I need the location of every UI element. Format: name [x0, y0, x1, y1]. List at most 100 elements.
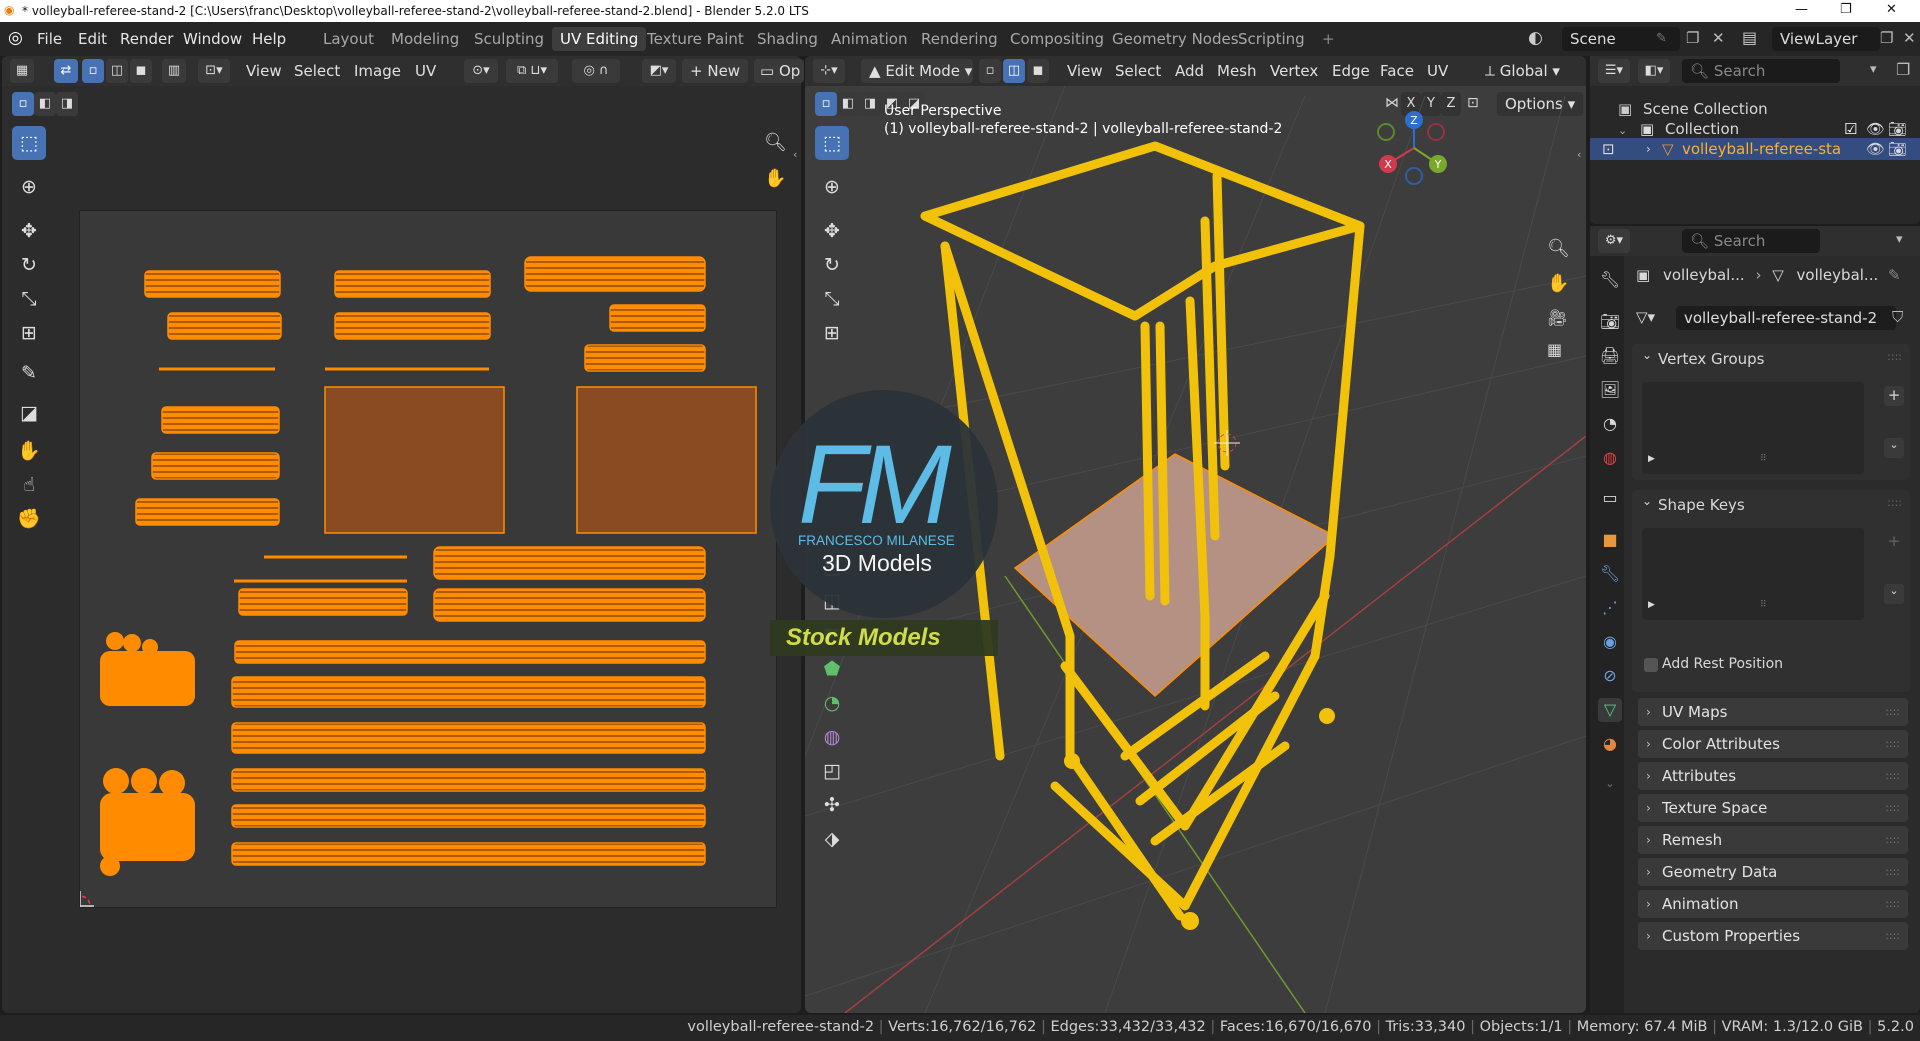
vertex-groups-list[interactable]: ▶ ⠿	[1642, 382, 1864, 474]
shape-keys-header[interactable]: Shape Keys	[1658, 496, 1745, 514]
shape-keys-chevron-icon[interactable]: ⌄	[1642, 494, 1652, 508]
view-layer-tab-icon[interactable]: 🖼︎	[1598, 378, 1622, 402]
render-tab-icon[interactable]: 📷︎	[1598, 310, 1622, 334]
fake-user-icon[interactable]: ⛉	[1892, 308, 1903, 326]
mesh-name-field[interactable]: volleyball-referee-stand-2	[1676, 306, 1896, 330]
scene-icon[interactable]: ◐	[1528, 28, 1543, 48]
tab-uv-editing[interactable]: UV Editing	[552, 27, 647, 51]
minimize-button[interactable]: —	[1795, 2, 1808, 17]
tab-geometry-nodes[interactable]: Geometry Nodes	[1104, 27, 1247, 51]
camera-view-icon[interactable]: 🎥︎	[1547, 308, 1567, 327]
poly-build-tool[interactable]: ◍	[815, 720, 849, 754]
tab-compositing[interactable]: Compositing	[1002, 27, 1112, 51]
sticky-select-icon[interactable]: ⊡▾	[198, 59, 230, 83]
navigation-gizmo[interactable]: Z X Y	[1374, 108, 1454, 188]
shape-keys-drag-icon[interactable]: ::::	[1887, 496, 1902, 509]
filter-icon[interactable]: ▾	[1870, 62, 1877, 77]
shape-keys-list[interactable]: ▶ ⠿	[1642, 528, 1864, 620]
viewlayer-field[interactable]: ViewLayer	[1772, 27, 1880, 51]
mesh-data-icon[interactable]: ▽▾	[1636, 308, 1655, 326]
properties-search-field[interactable]: 🔍︎ Search	[1682, 229, 1820, 253]
data-tab-icon[interactable]: ▽	[1598, 698, 1622, 722]
properties-editor-type-icon[interactable]: ⚙▾	[1598, 229, 1630, 253]
shape-list-expand-icon[interactable]: ▶	[1648, 600, 1655, 610]
vertex-groups-drag-icon[interactable]: ::::	[1887, 350, 1902, 363]
drag-handle-icon[interactable]: ::::	[1885, 730, 1900, 758]
object-visibility-icon[interactable]: 👁︎	[1866, 138, 1885, 160]
vp-rotate-tool[interactable]: ↻	[815, 248, 849, 282]
constraints-tab-icon[interactable]: ⊘	[1598, 664, 1622, 688]
section-uv-maps[interactable]: › UV Maps::::	[1638, 698, 1908, 726]
face-select-mode-icon[interactable]: ◼	[130, 59, 152, 83]
ortho-toggle-icon[interactable]: ▦	[1547, 340, 1562, 359]
vp-cursor-tool[interactable]: ⊕	[815, 170, 849, 204]
menu-window[interactable]: Window	[183, 30, 242, 48]
select-subtract-icon[interactable]: ◨	[56, 92, 78, 116]
tab-modeling[interactable]: Modeling	[383, 27, 467, 51]
blender-menu-icon[interactable]: ◎	[8, 28, 23, 48]
vertex-groups-chevron-icon[interactable]: ⌄	[1642, 348, 1652, 362]
pinch-tool[interactable]: ✊	[12, 502, 46, 536]
drag-handle-icon[interactable]: ::::	[1885, 794, 1900, 822]
vp-select-box-tool[interactable]: ⬚	[815, 126, 849, 160]
move-tool[interactable]: ✥	[12, 214, 46, 248]
uv-canvas[interactable]	[79, 210, 777, 908]
outliner-row-collection[interactable]: ⌄ ▣ Collection ☑ 👁︎ 📷︎	[1618, 118, 1918, 140]
transform-tool[interactable]: ⊞	[12, 316, 46, 350]
vertex-select-mode-icon[interactable]: ▫	[82, 59, 104, 83]
spin-tool[interactable]: ◰	[815, 754, 849, 788]
section-geometry-data[interactable]: › Geometry Data::::	[1638, 858, 1908, 886]
drag-handle-icon[interactable]: ::::	[1885, 698, 1900, 726]
expand-collection-icon[interactable]: ⌄	[1618, 124, 1627, 137]
world-tab-icon[interactable]: ◍	[1598, 446, 1622, 470]
pan-hand-icon[interactable]: ✋	[764, 168, 786, 189]
drag-handle-icon[interactable]: ::::	[1885, 890, 1900, 918]
drag-handle-icon[interactable]: ::::	[1885, 826, 1900, 854]
display-mode-icon[interactable]: ◧▾	[1638, 59, 1670, 83]
grab-tool[interactable]: ✋	[12, 434, 46, 468]
shear-tool[interactable]: ⬗	[815, 822, 849, 856]
select-new-icon[interactable]: ▫	[12, 92, 34, 116]
particles-tab-icon[interactable]: ⋰	[1598, 596, 1622, 620]
new-image-button[interactable]: + New	[682, 59, 749, 83]
relax-tool[interactable]: ☝	[12, 468, 46, 502]
cursor-tool[interactable]: ⊕	[12, 170, 46, 204]
menu-render[interactable]: Render	[120, 30, 173, 48]
annotate-tool[interactable]: ✎	[12, 356, 46, 390]
new-collection-icon[interactable]: ❐	[1896, 60, 1910, 79]
tab-scripting[interactable]: Scripting	[1230, 27, 1313, 51]
tab-sculpting[interactable]: Sculpting	[466, 27, 552, 51]
knife-tool[interactable]: ◔	[815, 686, 849, 720]
maximize-button[interactable]: ❐	[1840, 2, 1852, 17]
tab-shading[interactable]: Shading	[749, 27, 826, 51]
tab-layout[interactable]: Layout	[315, 27, 382, 51]
toolbar-collapse-icon[interactable]: ‹	[793, 148, 797, 161]
new-scene-icon[interactable]: ❐	[1686, 29, 1699, 47]
vp-pan-icon[interactable]: ✋	[1547, 273, 1569, 294]
add-rest-position-checkbox[interactable]	[1644, 658, 1658, 672]
select-box-tool[interactable]: ⬚	[12, 126, 46, 160]
vp-scale-tool[interactable]: ⤡	[815, 282, 849, 316]
editor-type-icon[interactable]: ▦	[10, 59, 34, 83]
outliner-row-scene-collection[interactable]: ▣ Scene Collection	[1618, 98, 1768, 120]
pin-icon[interactable]: ✎	[1656, 31, 1667, 46]
add-vertex-group-button[interactable]: +	[1884, 386, 1904, 406]
section-attributes[interactable]: › Attributes::::	[1638, 762, 1908, 790]
properties-options-icon[interactable]: ▾	[1896, 232, 1903, 247]
uv-menu-image[interactable]: Image	[354, 59, 401, 83]
rotate-tool[interactable]: ↻	[12, 248, 46, 282]
close-button[interactable]: ✕	[1886, 2, 1897, 17]
loop-cut-tool[interactable]: ⬟	[815, 652, 849, 686]
section-animation[interactable]: › Animation::::	[1638, 890, 1908, 918]
vp-zoom-icon[interactable]: 🔍︎	[1547, 238, 1570, 259]
pivot-icon[interactable]: ⊙▾	[464, 59, 498, 83]
menu-file[interactable]: File	[37, 30, 62, 48]
vp-move-tool[interactable]: ✥	[815, 214, 849, 248]
edge-select-mode-icon[interactable]: ◫	[106, 59, 128, 83]
delete-scene-icon[interactable]: ✕	[1712, 29, 1725, 47]
collection-visibility-icon[interactable]: 👁︎	[1866, 118, 1885, 140]
vp-sidebar-collapse-icon[interactable]: ‹	[1577, 148, 1581, 161]
delete-viewlayer-icon[interactable]: ✕	[1903, 29, 1916, 47]
list-resize-icon[interactable]: ⠿	[1760, 454, 1767, 464]
shape-list-resize-icon[interactable]: ⠿	[1760, 600, 1767, 610]
